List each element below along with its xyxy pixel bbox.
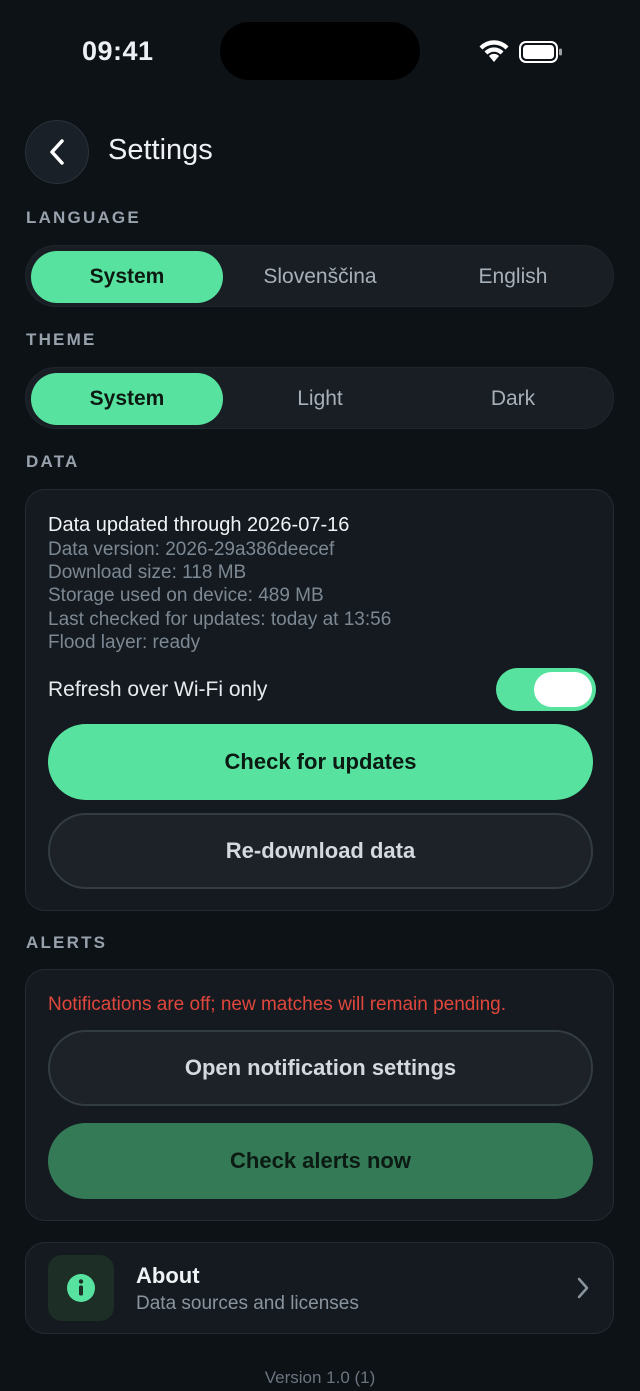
- theme-option-light[interactable]: Light: [224, 373, 416, 425]
- page-title: Settings: [108, 134, 213, 166]
- notifications-off-warning: Notifications are off; new matches will …: [48, 994, 506, 1015]
- chevron-right-icon: [577, 1277, 589, 1299]
- battery-icon: [519, 41, 562, 63]
- language-option-system[interactable]: System: [31, 251, 223, 303]
- about-subtitle: Data sources and licenses: [136, 1293, 359, 1314]
- about-icon-container: [48, 1255, 114, 1321]
- toggle-knob: [534, 672, 592, 707]
- data-version-text: Data version: 2026-29a386deecef: [48, 539, 335, 560]
- open-notification-settings-button[interactable]: Open notification settings: [48, 1030, 593, 1106]
- header: Settings: [25, 120, 615, 186]
- about-row[interactable]: About Data sources and licenses: [25, 1242, 614, 1334]
- language-option-slovenscina[interactable]: Slovenščina: [224, 251, 416, 303]
- language-option-english[interactable]: English: [417, 251, 609, 303]
- check-for-updates-button[interactable]: Check for updates: [48, 724, 593, 800]
- data-card: Data updated through 2026-07-16 Data ver…: [25, 489, 614, 911]
- storage-used-text: Storage used on device: 489 MB: [48, 585, 324, 606]
- download-size-text: Download size: 118 MB: [48, 562, 247, 583]
- check-alerts-now-button[interactable]: Check alerts now: [48, 1123, 593, 1199]
- dynamic-island: [220, 22, 420, 80]
- chevron-left-icon: [50, 139, 64, 165]
- theme-segmented-control: System Light Dark: [25, 367, 614, 429]
- last-checked-text: Last checked for updates: today at 13:56: [48, 609, 392, 630]
- theme-section-label: THEME: [26, 330, 97, 349]
- wifi-only-label: Refresh over Wi‑Fi only: [48, 678, 268, 701]
- status-time: 09:41: [82, 36, 154, 66]
- redownload-data-button[interactable]: Re-download data: [48, 813, 593, 889]
- language-section-label: LANGUAGE: [26, 208, 141, 227]
- status-bar: 09:41: [0, 0, 640, 100]
- wifi-icon: [479, 40, 509, 62]
- theme-option-dark[interactable]: Dark: [417, 373, 609, 425]
- app-version: Version 1.0 (1): [264, 1368, 376, 1387]
- wifi-only-toggle[interactable]: [496, 668, 596, 711]
- back-button[interactable]: [25, 120, 89, 184]
- alerts-section-label: ALERTS: [26, 933, 108, 952]
- info-icon: [67, 1274, 95, 1302]
- data-updated-text: Data updated through 2026-07-16: [48, 514, 350, 536]
- about-title: About: [136, 1263, 200, 1288]
- flood-layer-text: Flood layer: ready: [48, 632, 201, 653]
- data-section-label: DATA: [26, 452, 80, 471]
- theme-option-system[interactable]: System: [31, 373, 223, 425]
- language-segmented-control: System Slovenščina English: [25, 245, 614, 307]
- alerts-card: Notifications are off; new matches will …: [25, 969, 614, 1221]
